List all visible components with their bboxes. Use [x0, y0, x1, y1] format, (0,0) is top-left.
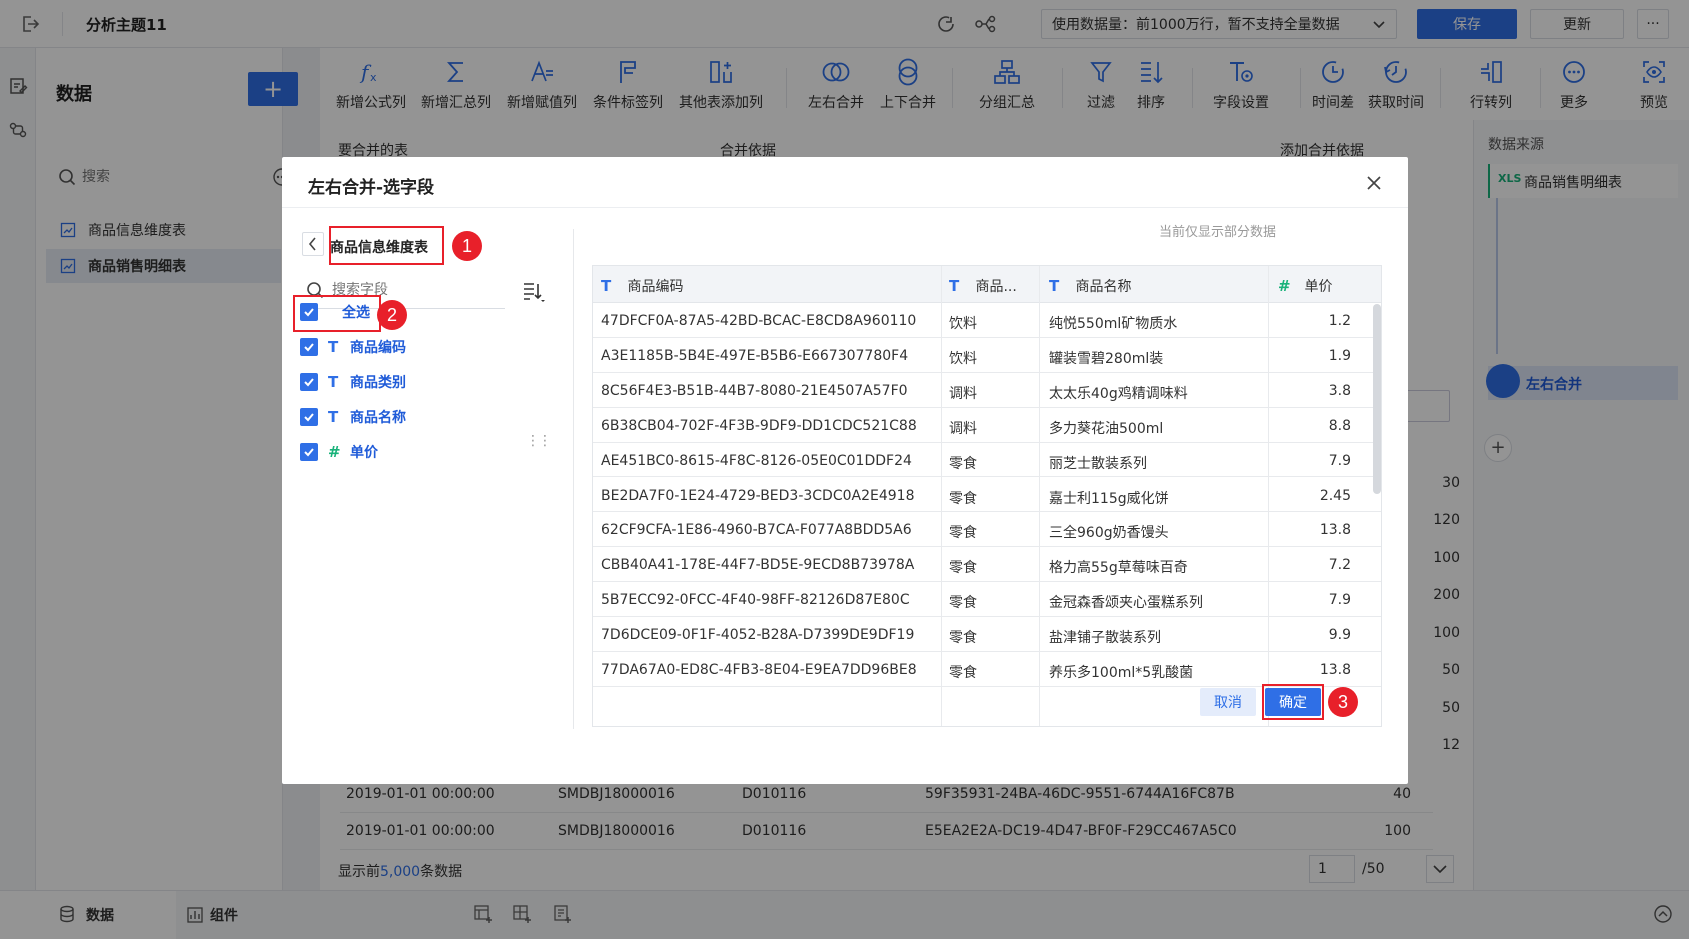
table-cell: 三全960g奶香馒头	[1049, 525, 1169, 542]
table-cell: 62CF9CFA-1E86-4960-B7CA-F077A8BDD5A6	[601, 522, 912, 539]
table-cell: 9.9	[1328, 627, 1351, 644]
field-checkbox-product-category[interactable]: T 商品类别	[300, 370, 406, 394]
col-header-code: T 商品编码	[601, 277, 684, 295]
annotation-box-1	[329, 226, 444, 265]
field-checkbox-product-code[interactable]: T 商品编码	[300, 335, 406, 359]
annotation-badge-2: 2	[377, 300, 407, 330]
table-header: T 商品编码 T 商品... T 商品名称 # 单价	[593, 266, 1381, 303]
table-cell: 3.8	[1328, 382, 1351, 399]
field-select-dialog: 左右合并-选字段 商品信息维度表 1 全选 2 T 商品编码 T 商品类别 T …	[282, 157, 1408, 784]
table-cell: 7.9	[1328, 452, 1351, 469]
table-cell: 罐装雪碧280ml装	[1049, 350, 1164, 367]
table-cell: 饮料	[949, 350, 977, 367]
table-row: 77DA67A0-ED8C-4FB3-8E04-E9EA7DD96BE8 零食 养乐…	[593, 652, 1381, 687]
table-cell: AE451BC0-8615-4F8C-8126-05E0C01DDF24	[601, 452, 912, 469]
table-row: 62CF9CFA-1E86-4960-B7CA-F077A8BDD5A6 零食 三全…	[593, 512, 1381, 548]
annotation-badge-1: 1	[452, 231, 482, 261]
table-cell: 金冠森香颂夹心蛋糕系列	[1049, 595, 1203, 612]
table-cell: 嘉士利115g威化饼	[1049, 490, 1169, 507]
annotation-box-3	[1262, 684, 1324, 720]
table-row: 47DFCF0A-87A5-42BD-BCAC-E8CD8A960110 饮料 纯悦…	[593, 303, 1381, 338]
table-cell: BE2DA7F0-1E24-4729-BED3-3CDC0A2E4918	[601, 487, 915, 504]
table-row: BE2DA7F0-1E24-4729-BED3-3CDC0A2E4918 零食 嘉士…	[593, 478, 1381, 513]
table-cell: 丽芝士散装系列	[1049, 455, 1147, 472]
table-cell: 47DFCF0A-87A5-42BD-BCAC-E8CD8A960110	[601, 313, 917, 329]
table-cell: 7D6DCE09-0F1F-4052-B28A-D7399DE9DF19	[601, 627, 915, 644]
table-cell: 格力高55g草莓味百奇	[1049, 560, 1188, 577]
annotation-badge-3: 3	[1328, 687, 1358, 717]
table-cell: 8C56F4E3-B51B-44B7-8080-21E4507A57F0	[601, 382, 908, 399]
table-cell: 13.8	[1319, 522, 1351, 539]
panel-divider	[573, 229, 574, 729]
checkbox-checked-icon	[300, 338, 318, 356]
col-header-price: # 单价	[1278, 277, 1333, 295]
col-header-category: T 商品...	[949, 277, 1017, 295]
table-cell: 1.9	[1328, 347, 1351, 364]
table-row: 5B7ECC92-0FCC-4F40-98FF-82126D87E80C 零食 金冠…	[593, 582, 1381, 618]
table-cell: 6B38CB04-702F-4F3B-9DF9-DD1CDC521C88	[601, 417, 917, 434]
table-cell: 零食	[949, 525, 977, 542]
table-row: 8C56F4E3-B51B-44B7-8080-21E4507A57F0 调料 太太…	[593, 373, 1381, 408]
text-type-icon: T	[328, 408, 339, 426]
checkbox-checked-icon	[300, 373, 318, 391]
table-cell: 77DA67A0-ED8C-4FB3-8E04-E9EA7DD96BE8	[601, 662, 917, 678]
table-cell: 零食	[949, 665, 977, 681]
cancel-button[interactable]: 取消	[1200, 688, 1256, 716]
field-checkbox-product-name[interactable]: T 商品名称	[300, 405, 406, 429]
resize-handle-icon[interactable]: ⋮⋮	[526, 433, 552, 449]
table-cell: 13.8	[1319, 662, 1351, 678]
table-cell: A3E1185B-5B4E-497E-B5B6-E667307780F4	[601, 347, 909, 364]
table-cell: 零食	[949, 560, 977, 577]
table-row: AE451BC0-8615-4F8C-8126-05E0C01DDF24 零食 丽芝…	[593, 443, 1381, 478]
table-cell: 7.2	[1328, 557, 1351, 574]
col-header-name: T 商品名称	[1049, 277, 1132, 295]
checkbox-checked-icon	[300, 408, 318, 426]
preview-table: T 商品编码 T 商品... T 商品名称 # 单价 47DFCF0A-87A5…	[592, 265, 1382, 727]
table-cell: 饮料	[949, 316, 977, 332]
scrollbar[interactable]	[1373, 304, 1381, 494]
table-cell: 盐津铺子散装系列	[1049, 630, 1161, 647]
back-button[interactable]	[302, 232, 324, 256]
text-type-icon: T	[328, 373, 339, 391]
table-cell: 太太乐40g鸡精调味料	[1049, 385, 1188, 402]
table-cell: CBB40A41-178E-44F7-BD5E-9ECD8B73978A	[601, 557, 915, 574]
table-cell: 零食	[949, 490, 977, 507]
table-row: 6B38CB04-702F-4F3B-9DF9-DD1CDC521C88 调料 多力…	[593, 408, 1381, 443]
table-cell: 调料	[949, 420, 977, 437]
table-row: CBB40A41-178E-44F7-BD5E-9ECD8B73978A 零食 格力…	[593, 547, 1381, 583]
table-cell: 5B7ECC92-0FCC-4F40-98FF-82126D87E80C	[601, 592, 910, 609]
table-cell: 2.45	[1319, 487, 1351, 504]
table-row: A3E1185B-5B4E-497E-B5B6-E667307780F4 饮料 罐装…	[593, 338, 1381, 373]
checkbox-checked-icon	[300, 443, 318, 461]
table-row: 7D6DCE09-0F1F-4052-B28A-D7399DE9DF19 零食 盐津…	[593, 617, 1381, 652]
table-cell: 调料	[949, 385, 977, 402]
text-type-icon: T	[328, 338, 339, 356]
table-cell: 零食	[949, 630, 977, 647]
dialog-title: 左右合并-选字段	[308, 178, 435, 198]
table-cell: 纯悦550ml矿物质水	[1049, 316, 1178, 332]
table-cell: 8.8	[1328, 417, 1351, 434]
table-cell: 多力葵花油500ml	[1049, 420, 1164, 437]
sort-fields-icon[interactable]	[522, 281, 546, 303]
table-cell: 养乐多100ml*5乳酸菌	[1049, 665, 1194, 681]
annotation-box-2	[293, 295, 381, 332]
table-cell: 7.9	[1328, 592, 1351, 609]
close-icon[interactable]	[1362, 171, 1386, 195]
partial-data-note: 当前仅显示部分数据	[1159, 225, 1277, 240]
field-checkbox-unit-price[interactable]: # 单价	[300, 440, 378, 464]
table-cell: 零食	[949, 455, 977, 472]
table-cell: 1.2	[1328, 313, 1351, 329]
number-type-icon: #	[328, 443, 341, 461]
table-cell: 零食	[949, 595, 977, 612]
